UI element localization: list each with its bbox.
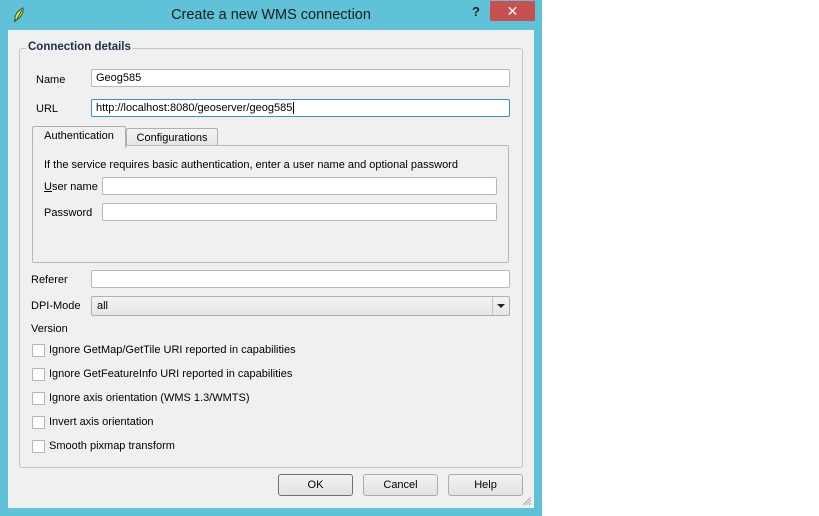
text-caret — [293, 102, 295, 115]
option-label: Ignore GetMap/GetTile URI reported in ca… — [49, 344, 296, 356]
checkbox[interactable] — [32, 440, 45, 453]
help-button[interactable]: Help — [448, 474, 523, 496]
tab-authentication[interactable]: Authentication — [32, 126, 126, 148]
checkbox[interactable] — [32, 368, 45, 381]
url-input[interactable]: http://localhost:8080/geoserver/geog585 — [91, 99, 510, 117]
password-label: Password — [44, 207, 93, 219]
close-icon: ✕ — [506, 3, 519, 19]
dialog-body: Connection details Name Geog585 URL http… — [8, 30, 534, 508]
dpi-mode-label: DPI-Mode — [31, 300, 81, 312]
ok-button[interactable]: OK — [278, 474, 353, 496]
username-input[interactable] — [102, 177, 497, 195]
referer-label: Referer — [31, 274, 68, 286]
cancel-button[interactable]: Cancel — [363, 474, 438, 496]
name-label: Name — [36, 74, 66, 86]
username-label-rest: ser name — [51, 181, 98, 193]
url-value: http://localhost:8080/geoserver/geog585 — [96, 102, 293, 114]
checkbox[interactable] — [32, 344, 45, 357]
version-label: Version — [31, 323, 68, 335]
password-input[interactable] — [102, 203, 497, 221]
auth-info-text: If the service requires basic authentica… — [44, 159, 458, 171]
combo-separator — [492, 297, 493, 315]
title-bar[interactable]: Create a new WMS connection ? ✕ — [0, 0, 542, 30]
option-label: Invert axis orientation — [49, 416, 154, 428]
name-input[interactable]: Geog585 — [91, 69, 510, 87]
dpi-mode-value: all — [97, 300, 109, 312]
referer-input[interactable] — [91, 270, 510, 288]
checkbox[interactable] — [32, 416, 45, 429]
url-label: URL — [36, 103, 59, 115]
username-label: User name — [44, 181, 98, 193]
dialog-window: Create a new WMS connection ? ✕ Connecti… — [0, 0, 542, 516]
close-button[interactable]: ✕ — [490, 1, 535, 21]
window-title: Create a new WMS connection — [171, 7, 371, 23]
group-title: Connection details — [26, 41, 133, 53]
resize-grip-icon[interactable] — [522, 496, 532, 506]
checkbox[interactable] — [32, 392, 45, 405]
dpi-mode-select[interactable]: all — [91, 296, 510, 316]
chevron-down-icon[interactable] — [497, 304, 505, 308]
option-label: Smooth pixmap transform — [49, 440, 175, 452]
context-help-button[interactable]: ? — [466, 4, 486, 22]
option-label: Ignore axis orientation (WMS 1.3/WMTS) — [49, 392, 250, 404]
option-label: Ignore GetFeatureInfo URI reported in ca… — [49, 368, 293, 380]
username-mnemonic: U — [44, 181, 52, 193]
